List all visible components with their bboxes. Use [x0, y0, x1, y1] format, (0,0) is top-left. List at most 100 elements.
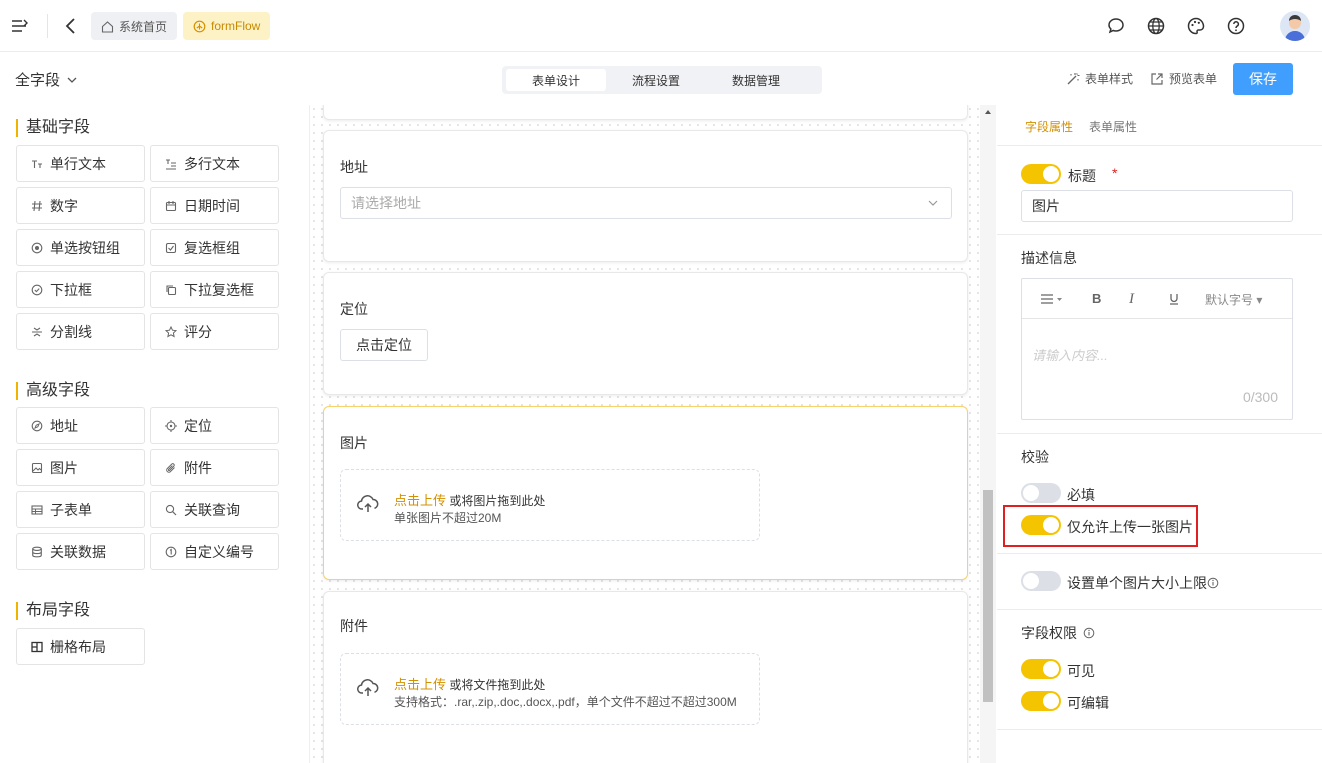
address-label: 地址: [340, 159, 368, 175]
field-label: 图片: [50, 459, 78, 476]
text-icon: [31, 158, 43, 170]
editor-toolbar: B I 默认字号 ▾: [1022, 279, 1292, 319]
field-image[interactable]: 图片: [16, 449, 145, 486]
sub-bar: 全字段 表单设计 流程设置 数据管理 表单样式 预览表单 保存: [0, 53, 1322, 105]
info-icon[interactable]: [1207, 577, 1219, 589]
field-single-line-text[interactable]: 单行文本: [16, 145, 145, 182]
scrollbar-thumb[interactable]: [983, 490, 993, 702]
field-card-location[interactable]: 定位 点击定位: [323, 272, 968, 395]
compass-icon: [31, 420, 43, 432]
tab-flow-settings[interactable]: 流程设置: [606, 69, 706, 91]
breadcrumb-home[interactable]: 系统首页: [91, 12, 178, 40]
avatar[interactable]: [1280, 11, 1310, 41]
copy-icon: [165, 284, 177, 296]
attachment-upload-link[interactable]: 点击上传: [394, 677, 446, 692]
numbered-circle-icon: [165, 546, 177, 558]
layout-fields-title: 布局字段: [16, 602, 90, 620]
editable-label: 可编辑: [1067, 695, 1109, 711]
grid-layout-icon: [31, 641, 43, 653]
preview-form-label: 预览表单: [1169, 72, 1218, 86]
tab-field-properties[interactable]: 字段属性: [1025, 118, 1073, 135]
field-number[interactable]: 数字: [16, 187, 145, 224]
all-fields-dropdown[interactable]: 全字段: [15, 69, 78, 90]
globe-icon[interactable]: [1145, 15, 1167, 37]
field-dropdown[interactable]: 下拉框: [16, 271, 145, 308]
field-location[interactable]: 定位: [150, 407, 279, 444]
image-upload-area[interactable]: 点击上传 或将图片拖到此处 单张图片不超过20M: [340, 469, 760, 541]
field-subform[interactable]: 子表单: [16, 491, 145, 528]
highlight-box: [1003, 505, 1198, 547]
calendar-icon: [165, 200, 177, 212]
visible-toggle[interactable]: [1021, 659, 1061, 679]
field-attachment[interactable]: 附件: [150, 449, 279, 486]
back-icon[interactable]: [63, 16, 77, 36]
field-grid-layout[interactable]: 栅格布局: [16, 628, 145, 665]
menu-fold-icon[interactable]: [10, 17, 28, 35]
field-datetime[interactable]: 日期时间: [150, 187, 279, 224]
field-label: 定位: [184, 417, 212, 434]
design-tabs: 表单设计 流程设置 数据管理: [502, 66, 822, 94]
field-card-previous[interactable]: [323, 105, 968, 120]
divider: [997, 234, 1322, 235]
field-label: 栅格布局: [50, 638, 106, 655]
field-multi-line-text[interactable]: 多行文本: [150, 145, 279, 182]
field-card-image[interactable]: 图片 点击上传 或将图片拖到此处 单张图片不超过20M: [323, 406, 968, 580]
underline-icon[interactable]: [1168, 293, 1180, 305]
field-label: 多行文本: [184, 155, 240, 172]
home-icon: [101, 20, 114, 33]
paperclip-icon: [165, 462, 177, 474]
field-permission-row: 字段权限: [1021, 623, 1095, 643]
tab-form-properties[interactable]: 表单属性: [1089, 118, 1137, 135]
breadcrumb-formflow-label: formFlow: [211, 19, 261, 33]
image-label: 图片: [340, 435, 368, 451]
italic-icon[interactable]: I: [1129, 291, 1134, 308]
image-upload-hint: 单张图片不超过20M: [394, 511, 502, 525]
cloud-upload-icon: [357, 494, 379, 514]
info-icon[interactable]: [1083, 627, 1095, 639]
star-icon: [165, 325, 177, 338]
scroll-up-arrow-icon[interactable]: [984, 108, 992, 116]
required-toggle[interactable]: [1021, 483, 1061, 503]
title-toggle[interactable]: [1021, 164, 1061, 184]
field-card-address[interactable]: 地址 请选择地址: [323, 130, 968, 262]
all-fields-label: 全字段: [15, 72, 61, 89]
image-upload-link[interactable]: 点击上传: [394, 493, 446, 508]
breadcrumb-home-label: 系统首页: [119, 19, 168, 34]
font-size-dropdown[interactable]: 默认字号 ▾: [1205, 291, 1262, 308]
help-icon[interactable]: [1225, 15, 1247, 37]
align-icon[interactable]: [1040, 293, 1064, 305]
chevron-down-icon: [66, 74, 78, 86]
field-linked-query[interactable]: 关联查询: [150, 491, 279, 528]
field-linked-data[interactable]: 关联数据: [16, 533, 145, 570]
database-icon: [31, 546, 43, 558]
divider: [997, 145, 1322, 146]
breadcrumb-formflow[interactable]: formFlow: [183, 12, 271, 40]
attachment-upload-area[interactable]: 点击上传 或将文件拖到此处 支持格式：.rar,.zip,.doc,.docx,…: [340, 653, 760, 725]
font-size-label: 默认字号: [1205, 293, 1254, 307]
field-radio-group[interactable]: 单选按钮组: [16, 229, 145, 266]
palette-icon[interactable]: [1185, 15, 1207, 37]
tab-form-design[interactable]: 表单设计: [506, 69, 606, 91]
address-select[interactable]: 请选择地址: [340, 187, 952, 219]
field-checkbox-group[interactable]: 复选框组: [150, 229, 279, 266]
save-button[interactable]: 保存: [1233, 63, 1293, 95]
preview-form-button[interactable]: 预览表单: [1150, 70, 1217, 87]
description-editor[interactable]: B I 默认字号 ▾ 请输入内容... 0/300: [1021, 278, 1293, 420]
message-icon[interactable]: [1105, 15, 1127, 37]
locate-button[interactable]: 点击定位: [340, 329, 428, 361]
multiline-text-icon: [165, 158, 177, 170]
field-custom-number[interactable]: 自定义编号: [150, 533, 279, 570]
field-rating[interactable]: 评分: [150, 313, 279, 350]
field-address[interactable]: 地址: [16, 407, 145, 444]
size-limit-toggle[interactable]: [1021, 571, 1061, 591]
field-dropdown-multi[interactable]: 下拉复选框: [150, 271, 279, 308]
field-card-attachment[interactable]: 附件 点击上传 或将文件拖到此处 支持格式：.rar,.zip,.doc,.do…: [323, 591, 968, 763]
field-divider[interactable]: 分割线: [16, 313, 145, 350]
editable-toggle[interactable]: [1021, 691, 1061, 711]
description-label: 描述信息: [1021, 250, 1077, 266]
tab-data-management[interactable]: 数据管理: [706, 69, 806, 91]
toggle-knob: [1043, 166, 1059, 182]
bold-icon[interactable]: B: [1092, 291, 1101, 306]
title-input[interactable]: 图片: [1021, 190, 1293, 222]
form-style-button[interactable]: 表单样式: [1066, 70, 1133, 87]
